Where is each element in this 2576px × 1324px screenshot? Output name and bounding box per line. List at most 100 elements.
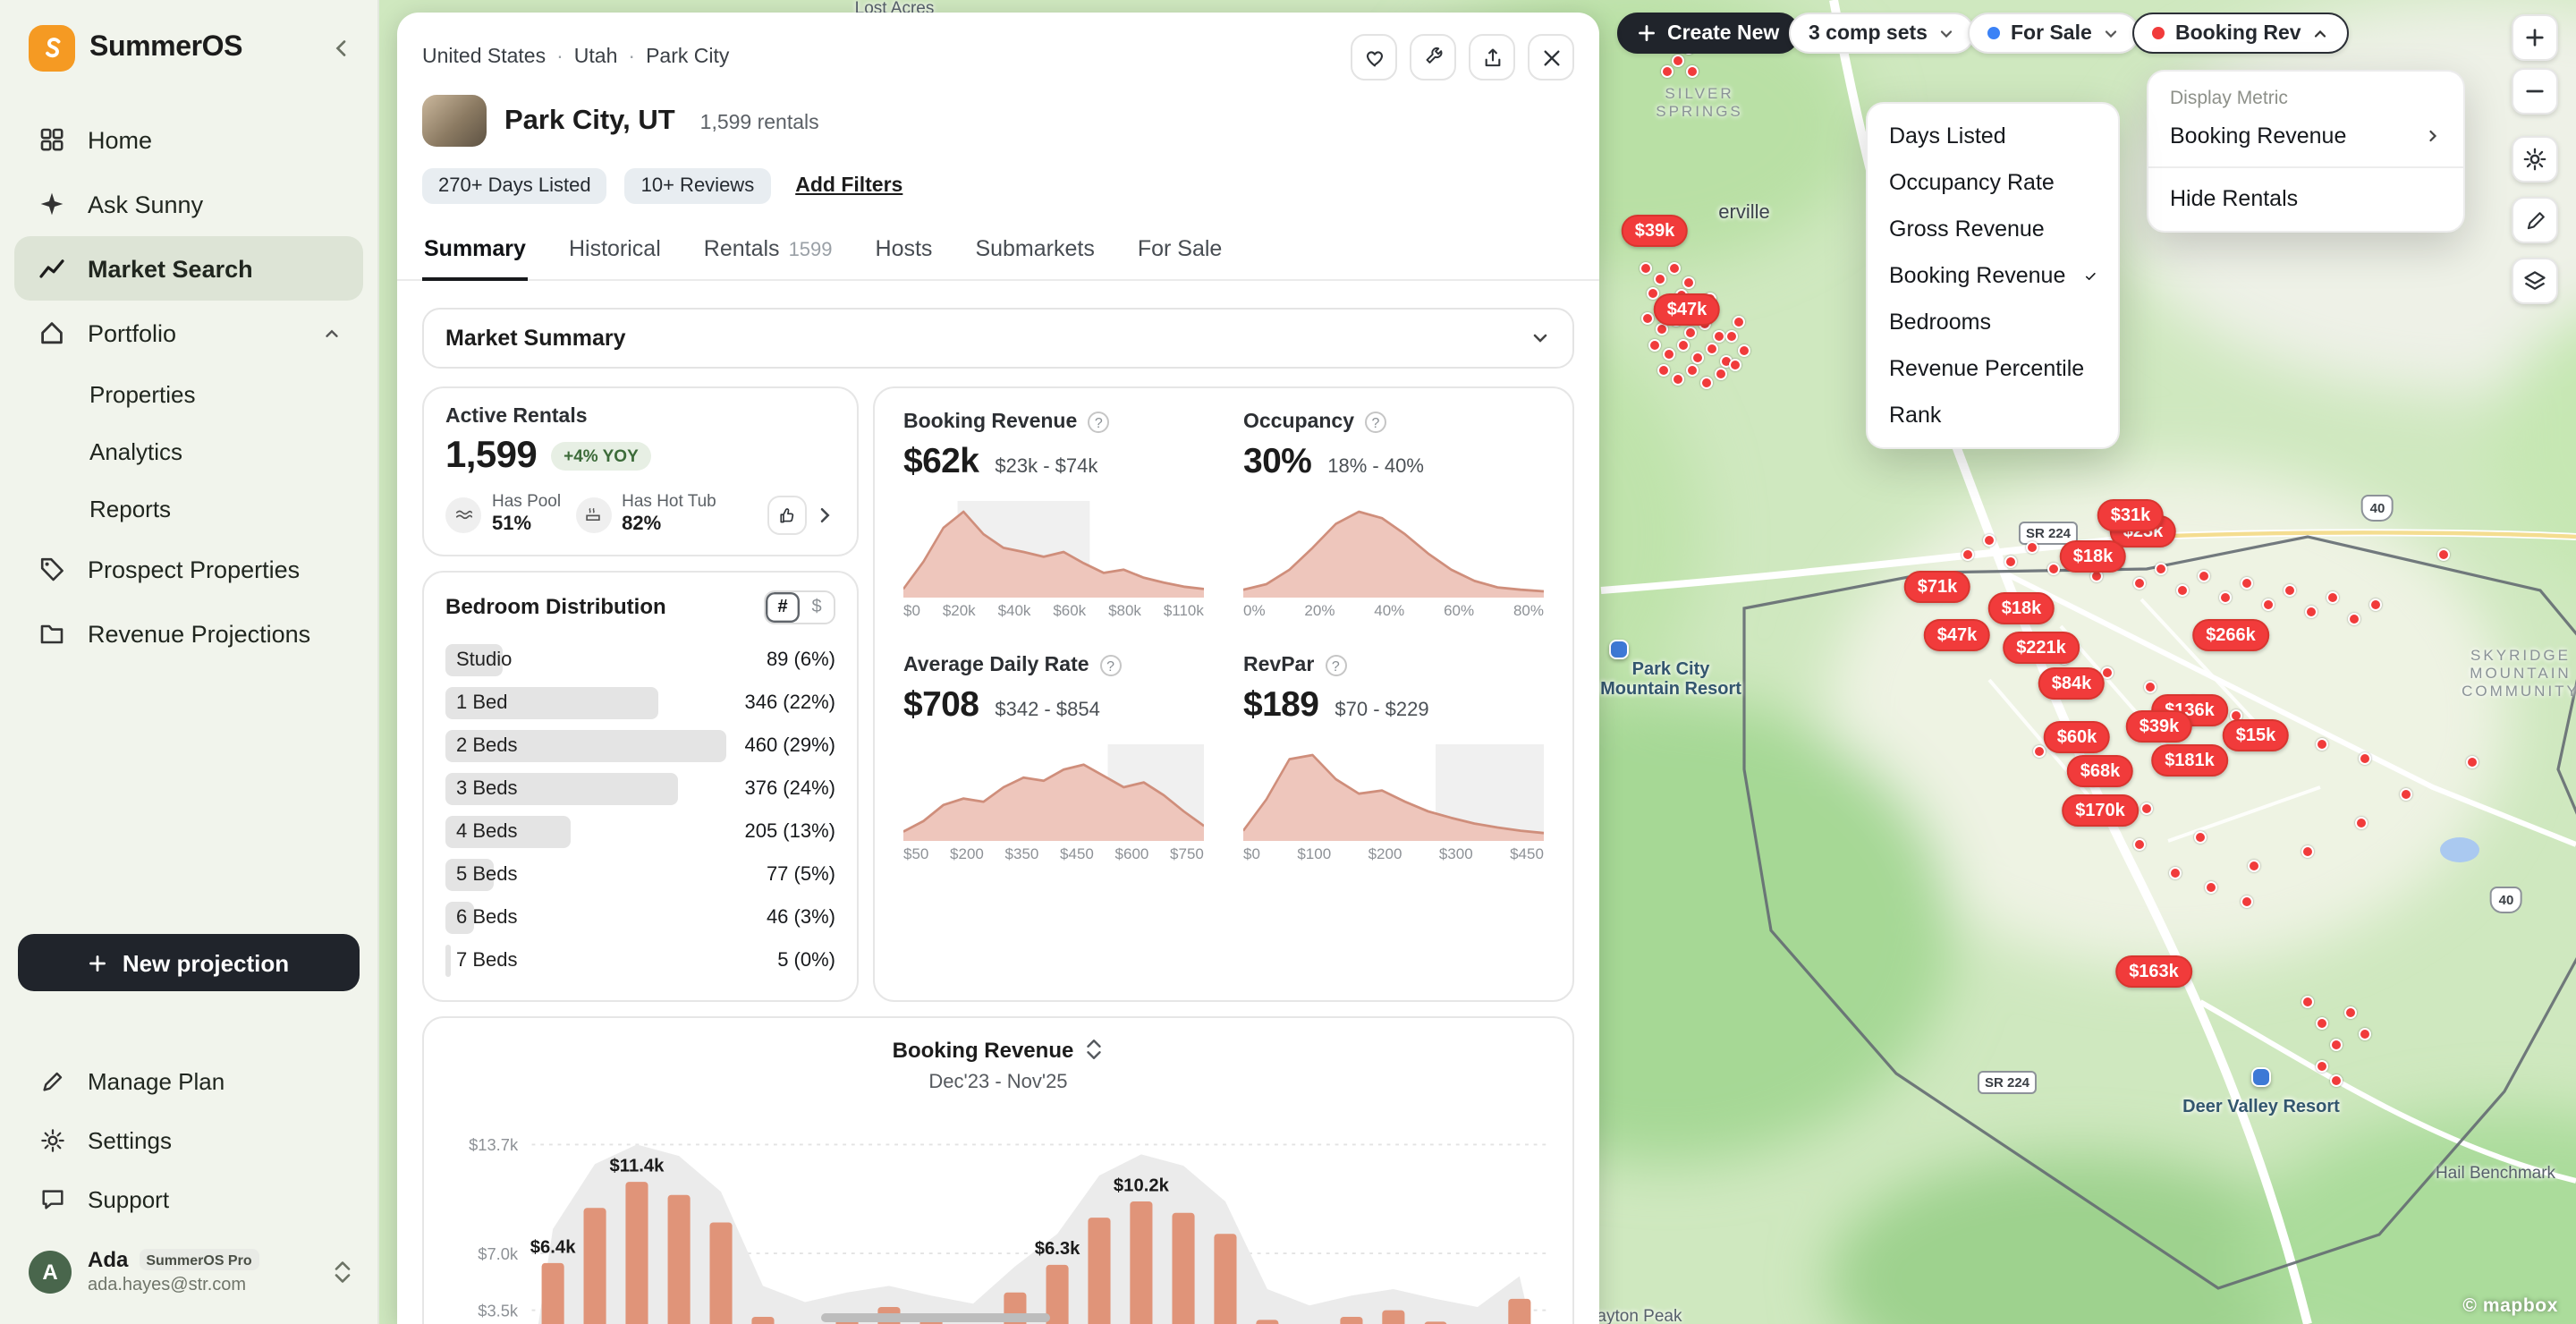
sort-toggle-icon[interactable] xyxy=(1084,1038,1104,1061)
comp-sets-dropdown[interactable]: 3 comp sets xyxy=(1789,13,1976,54)
rental-dot xyxy=(2301,845,2314,858)
tab-historical[interactable]: Historical xyxy=(567,229,663,279)
tab-for-sale[interactable]: For Sale xyxy=(1136,229,1224,279)
breadcrumb-country[interactable]: United States xyxy=(422,47,546,68)
price-marker[interactable]: $39k xyxy=(2126,710,2193,743)
tab-rentals[interactable]: Rentals1599 xyxy=(702,229,835,279)
sidebar-item-reports[interactable]: Reports xyxy=(14,480,363,537)
breadcrumb-state[interactable]: Utah xyxy=(574,47,618,68)
user-menu[interactable]: A Ada SummerOS Pro ada.hayes@str.com xyxy=(0,1229,377,1324)
rental-dot xyxy=(2241,577,2253,590)
support-button[interactable]: Support xyxy=(14,1170,363,1229)
sidebar-item-analytics[interactable]: Analytics xyxy=(14,422,363,480)
tab-submarkets[interactable]: Submarkets xyxy=(973,229,1096,279)
price-marker[interactable]: $181k xyxy=(2151,744,2228,777)
bedroom-row[interactable]: 7 Beds5 (0%) xyxy=(445,938,835,981)
layers-button[interactable] xyxy=(2512,258,2558,304)
price-marker[interactable]: $84k xyxy=(2038,667,2106,700)
map-settings-button[interactable] xyxy=(2512,136,2558,182)
sidebar-item-home[interactable]: Home xyxy=(14,107,363,172)
new-projection-button[interactable]: New projection xyxy=(18,934,360,991)
manage-plan-button[interactable]: Manage Plan xyxy=(14,1052,363,1111)
sidebar-item-ask-sunny[interactable]: Ask Sunny xyxy=(14,172,363,236)
market-summary-toggle[interactable]: Market Summary xyxy=(422,308,1574,369)
filter-chip-reviews[interactable]: 10+ Reviews xyxy=(625,168,771,204)
price-marker[interactable]: $15k xyxy=(2223,719,2290,751)
price-marker[interactable]: $221k xyxy=(2003,632,2080,664)
select-chevrons-icon xyxy=(333,1259,352,1284)
app-window: Lost AcresSILVERSPRINGServillePark CityM… xyxy=(0,0,2576,1324)
card-title: Bedroom Distribution xyxy=(445,594,666,619)
submenu-item-days-listed[interactable]: Days Listed xyxy=(1868,113,2118,159)
customize-button[interactable] xyxy=(1410,34,1456,81)
for-sale-dropdown[interactable]: For Sale xyxy=(1968,13,2140,54)
price-marker[interactable]: $71k xyxy=(1904,571,1971,603)
price-marker[interactable]: $266k xyxy=(2192,619,2269,651)
bedroom-value: 346 (22%) xyxy=(744,681,835,724)
thumbs-up-button[interactable] xyxy=(767,496,807,535)
create-new-button[interactable]: Create New xyxy=(1617,13,1799,54)
share-button[interactable] xyxy=(1469,34,1515,81)
breadcrumb-city[interactable]: Park City xyxy=(646,47,729,68)
price-marker[interactable]: $170k xyxy=(2062,794,2139,827)
active-rentals-value: 1,599 xyxy=(445,435,537,478)
help-icon[interactable]: ? xyxy=(1325,655,1346,676)
sidebar-item-properties[interactable]: Properties xyxy=(14,365,363,422)
bedroom-row[interactable]: 5 Beds77 (5%) xyxy=(445,853,835,895)
bedroom-row[interactable]: 4 Beds205 (13%) xyxy=(445,810,835,853)
settings-button[interactable]: Settings xyxy=(14,1111,363,1170)
help-icon[interactable]: ? xyxy=(1365,412,1386,433)
scrollbar-thumb[interactable] xyxy=(821,1312,1050,1321)
submenu-item-rank[interactable]: Rank xyxy=(1868,392,2118,438)
price-marker[interactable]: $18k xyxy=(1988,592,2055,624)
bedroom-value: 460 (29%) xyxy=(744,724,835,767)
rental-dot xyxy=(1729,359,1741,371)
submenu-item-occupancy-rate[interactable]: Occupancy Rate xyxy=(1868,159,2118,206)
submenu-item-revenue-percentile[interactable]: Revenue Percentile xyxy=(1868,345,2118,392)
sidebar-item-portfolio[interactable]: Portfolio xyxy=(14,301,363,365)
sidebar-item-revenue-projections[interactable]: Revenue Projections xyxy=(14,601,363,666)
bedroom-row[interactable]: Studio89 (6%) xyxy=(445,638,835,681)
bedroom-row[interactable]: 6 Beds46 (3%) xyxy=(445,895,835,938)
price-marker[interactable]: $60k xyxy=(2044,721,2111,753)
bedroom-row[interactable]: 3 Beds376 (24%) xyxy=(445,767,835,810)
tab-hosts[interactable]: Hosts xyxy=(874,229,935,279)
rental-dot xyxy=(2241,895,2253,908)
submenu-item-bedrooms[interactable]: Bedrooms xyxy=(1868,299,2118,345)
zoom-in-button[interactable] xyxy=(2512,14,2558,61)
submenu-item-gross-revenue[interactable]: Gross Revenue xyxy=(1868,206,2118,252)
revpar-histogram xyxy=(1243,744,1544,841)
favorite-button[interactable] xyxy=(1351,34,1397,81)
sidebar-item-market-search[interactable]: Market Search xyxy=(14,236,363,301)
zoom-out-button[interactable] xyxy=(2512,68,2558,115)
bedroom-row[interactable]: 2 Beds460 (29%) xyxy=(445,724,835,767)
price-marker[interactable]: $68k xyxy=(2067,755,2134,787)
sidebar-item-prospect-properties[interactable]: Prospect Properties xyxy=(14,537,363,601)
draw-tool-button[interactable] xyxy=(2512,197,2558,243)
price-marker[interactable]: $18k xyxy=(2060,540,2127,573)
toggle-currency-button[interactable]: $ xyxy=(800,591,834,622)
price-marker[interactable]: $47k xyxy=(1924,619,1991,651)
help-icon[interactable]: ? xyxy=(1100,655,1122,676)
filter-chip-days-listed[interactable]: 270+ Days Listed xyxy=(422,168,607,204)
display-metric-menu: Display Metric Booking Revenue Hide Rent… xyxy=(2147,70,2465,233)
menu-item-booking-revenue[interactable]: Booking Revenue xyxy=(2148,113,2463,159)
chevron-right-icon[interactable] xyxy=(814,505,835,526)
bedroom-row[interactable]: 1 Bed346 (22%) xyxy=(445,681,835,724)
close-button[interactable] xyxy=(1528,34,1574,81)
price-marker[interactable]: $39k xyxy=(1622,215,1689,247)
price-marker[interactable]: $31k xyxy=(2097,499,2165,531)
metric-dropdown[interactable]: Booking Rev xyxy=(2132,13,2350,54)
price-marker[interactable]: $47k xyxy=(1654,293,1721,326)
add-filters-button[interactable]: Add Filters xyxy=(795,175,902,197)
submenu-item-booking-revenue[interactable]: Booking Revenue xyxy=(1868,252,2118,299)
horizontal-scrollbar[interactable] xyxy=(397,1310,1599,1324)
help-icon[interactable]: ? xyxy=(1088,412,1109,433)
red-dot-icon xyxy=(2152,27,2165,39)
summeros-logo-icon xyxy=(29,25,75,72)
price-marker[interactable]: $163k xyxy=(2115,955,2192,988)
tab-summary[interactable]: Summary xyxy=(422,229,528,281)
menu-item-hide-rentals[interactable]: Hide Rentals xyxy=(2148,175,2463,222)
toggle-count-button[interactable]: # xyxy=(766,591,800,622)
sidebar-collapse-button[interactable] xyxy=(331,38,352,59)
